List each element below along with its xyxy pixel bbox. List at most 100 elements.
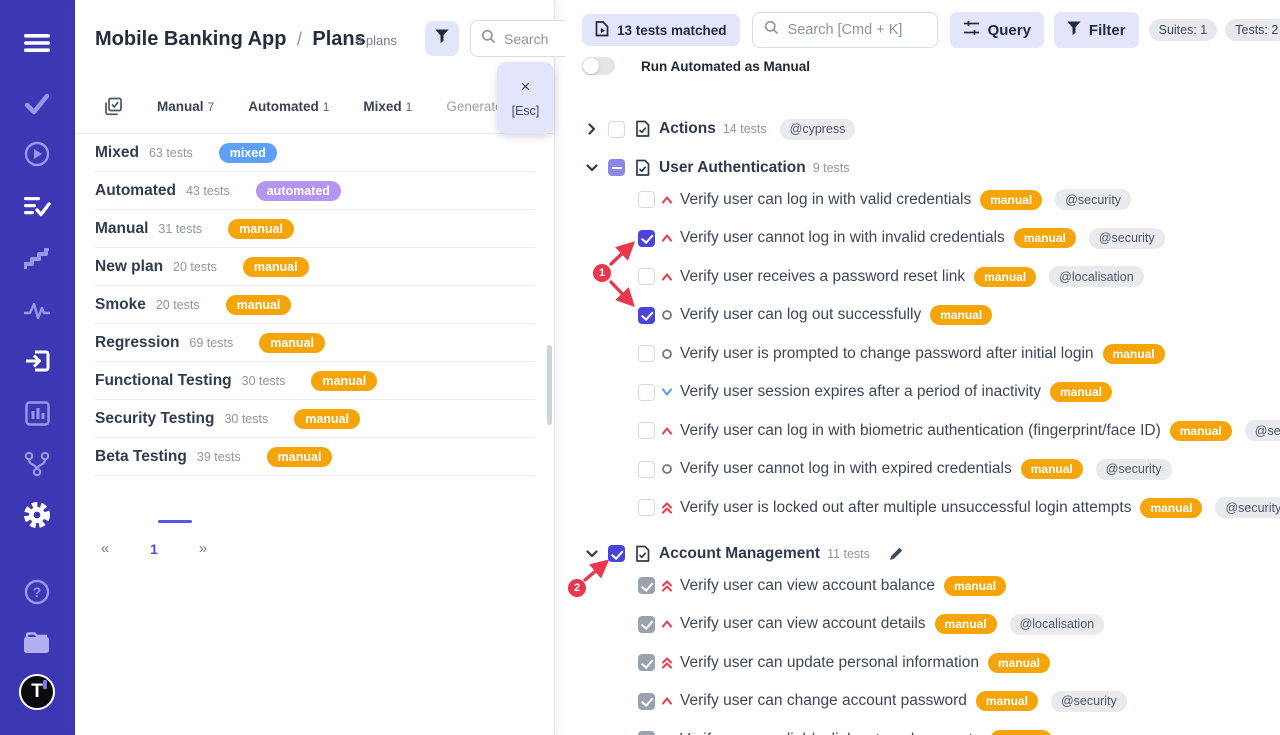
sidebar-item-stairs[interactable] xyxy=(22,244,52,274)
sidebar-item-check[interactable] xyxy=(22,89,52,119)
test-checkbox[interactable] xyxy=(638,384,655,401)
pagination-prev-button[interactable]: « xyxy=(95,540,115,557)
test-title[interactable]: Verify user can link/unlink external acc… xyxy=(680,731,981,735)
test-checkbox[interactable] xyxy=(638,693,655,710)
sidebar-item-gear[interactable] xyxy=(22,500,52,530)
sidebar-item-folder[interactable] xyxy=(22,628,52,658)
suite-title[interactable]: User Authentication xyxy=(659,159,806,177)
tag-badge[interactable]: @security xyxy=(1096,459,1172,480)
test-row[interactable]: Verify user session expires after a peri… xyxy=(565,373,1280,411)
test-row[interactable]: Verify user cannot log in with invalid c… xyxy=(565,219,1280,257)
suite-checkbox[interactable] xyxy=(608,121,625,138)
test-title[interactable]: Verify user is prompted to change passwo… xyxy=(680,345,1094,363)
test-row[interactable]: Verify user can view account detailsmanu… xyxy=(565,605,1280,643)
manual-badge: manual xyxy=(990,730,1052,735)
test-checkbox[interactable] xyxy=(638,268,655,285)
close-filter-panel-button[interactable]: × [Esc] xyxy=(497,62,554,134)
sidebar-item-help[interactable]: ? xyxy=(22,577,52,607)
test-checkbox[interactable] xyxy=(638,191,655,208)
test-checkbox[interactable] xyxy=(638,461,655,478)
test-row[interactable]: Verify user can update personal informat… xyxy=(565,644,1280,682)
test-title[interactable]: Verify user cannot log in with expired c… xyxy=(680,460,1012,478)
suite-title[interactable]: Account Management xyxy=(659,545,820,563)
tag-badge[interactable]: @cypress xyxy=(780,119,856,140)
suite-row[interactable]: Actions14 tests@cypress xyxy=(565,110,1280,148)
test-title[interactable]: Verify user receives a password reset li… xyxy=(680,268,965,286)
sidebar-item-bar-chart[interactable] xyxy=(22,398,52,428)
plan-row[interactable]: Functional Testing30 testsmanual xyxy=(95,362,535,400)
pagination-next-button[interactable]: » xyxy=(193,540,213,557)
test-title[interactable]: Verify user can log in with valid creden… xyxy=(680,191,971,209)
plans-filter-button[interactable] xyxy=(425,21,459,56)
chevron-down-icon[interactable] xyxy=(585,547,598,560)
app-logo[interactable]: T xyxy=(19,674,55,710)
test-title[interactable]: Verify user can log out successfully xyxy=(680,306,921,324)
plan-tests-count: 63 tests xyxy=(149,146,193,160)
test-row[interactable]: Verify user cannot log in with expired c… xyxy=(565,450,1280,488)
test-checkbox[interactable] xyxy=(638,422,655,439)
test-row[interactable]: Verify user receives a password reset li… xyxy=(565,258,1280,296)
test-checkbox[interactable] xyxy=(638,731,655,735)
plan-row[interactable]: New plan20 testsmanual xyxy=(95,248,535,286)
plan-type-badge: manual xyxy=(267,447,333,467)
plan-row[interactable]: Mixed63 testsmixed xyxy=(95,134,535,172)
test-row[interactable]: Verify user can log in with valid creden… xyxy=(565,181,1280,219)
plan-row[interactable]: Beta Testing39 testsmanual xyxy=(95,438,535,476)
test-row[interactable]: Verify user can log in with biometric au… xyxy=(565,412,1280,450)
tab-mixed[interactable]: Mixed1 xyxy=(363,99,412,114)
test-checkbox[interactable] xyxy=(638,616,655,633)
sidebar-item-activity[interactable] xyxy=(22,296,52,326)
test-checkbox[interactable] xyxy=(638,345,655,362)
test-row[interactable]: Verify user can view account balancemanu… xyxy=(565,567,1280,605)
plan-row[interactable]: Security Testing30 testsmanual xyxy=(95,400,535,438)
sidebar-item-sign-in[interactable] xyxy=(22,346,52,376)
select-all-icon[interactable] xyxy=(104,97,123,116)
tab-automated[interactable]: Automated1 xyxy=(248,99,329,114)
sidebar-item-branch[interactable] xyxy=(22,449,52,479)
plans-scrollbar[interactable] xyxy=(547,345,552,425)
test-title[interactable]: Verify user can update personal informat… xyxy=(680,654,979,672)
chevron-down-icon[interactable] xyxy=(585,161,598,174)
plan-row[interactable]: Manual31 testsmanual xyxy=(95,210,535,248)
test-checkbox[interactable] xyxy=(638,307,655,324)
active-page-indicator xyxy=(158,520,192,523)
tag-badge[interactable]: @security xyxy=(1051,691,1127,712)
breadcrumb-project[interactable]: Mobile Banking App xyxy=(95,28,286,50)
test-row[interactable]: Verify user is locked out after multiple… xyxy=(565,489,1280,527)
suite-checkbox[interactable] xyxy=(608,159,625,176)
sidebar-item-play-circle[interactable] xyxy=(22,139,52,169)
test-row[interactable]: Verify user can change account passwordm… xyxy=(565,682,1280,720)
test-row[interactable]: Verify user can link/unlink external acc… xyxy=(565,721,1280,735)
tag-badge[interactable]: @security xyxy=(1215,497,1280,518)
test-title[interactable]: Verify user can log in with biometric au… xyxy=(680,422,1161,440)
test-checkbox[interactable] xyxy=(638,577,655,594)
chevron-right-icon[interactable] xyxy=(585,123,598,136)
tag-badge[interactable]: @security xyxy=(1245,420,1280,441)
plan-row[interactable]: Regression69 testsmanual xyxy=(95,324,535,362)
priority-high-icon xyxy=(660,694,674,708)
test-checkbox[interactable] xyxy=(638,654,655,671)
test-checkbox[interactable] xyxy=(638,499,655,516)
test-title[interactable]: Verify user can change account password xyxy=(680,692,967,710)
tag-badge[interactable]: @security xyxy=(1089,228,1165,249)
edit-icon[interactable] xyxy=(889,546,904,561)
suite-title[interactable]: Actions xyxy=(659,120,716,138)
test-title[interactable]: Verify user can view account details xyxy=(680,615,926,633)
plan-row[interactable]: Smoke20 testsmanual xyxy=(95,286,535,324)
pagination-page-1[interactable]: 1 xyxy=(135,541,173,557)
test-row[interactable]: Verify user is prompted to change passwo… xyxy=(565,335,1280,373)
tag-badge[interactable]: @localisation xyxy=(1049,266,1144,287)
plan-row[interactable]: Automated43 testsautomated xyxy=(95,172,535,210)
sidebar-item-list-check[interactable] xyxy=(22,192,52,222)
tab-manual[interactable]: Manual7 xyxy=(157,99,214,114)
tag-badge[interactable]: @security xyxy=(1055,189,1131,210)
suite-checkbox[interactable] xyxy=(608,545,625,562)
sidebar-item-menu[interactable] xyxy=(22,28,52,58)
test-row[interactable]: Verify user can log out successfullymanu… xyxy=(565,296,1280,334)
test-title[interactable]: Verify user session expires after a peri… xyxy=(680,383,1041,401)
test-checkbox[interactable] xyxy=(638,230,655,247)
test-title[interactable]: Verify user is locked out after multiple… xyxy=(680,499,1131,517)
test-title[interactable]: Verify user cannot log in with invalid c… xyxy=(680,229,1005,247)
test-title[interactable]: Verify user can view account balance xyxy=(680,577,935,595)
tag-badge[interactable]: @localisation xyxy=(1010,614,1105,635)
